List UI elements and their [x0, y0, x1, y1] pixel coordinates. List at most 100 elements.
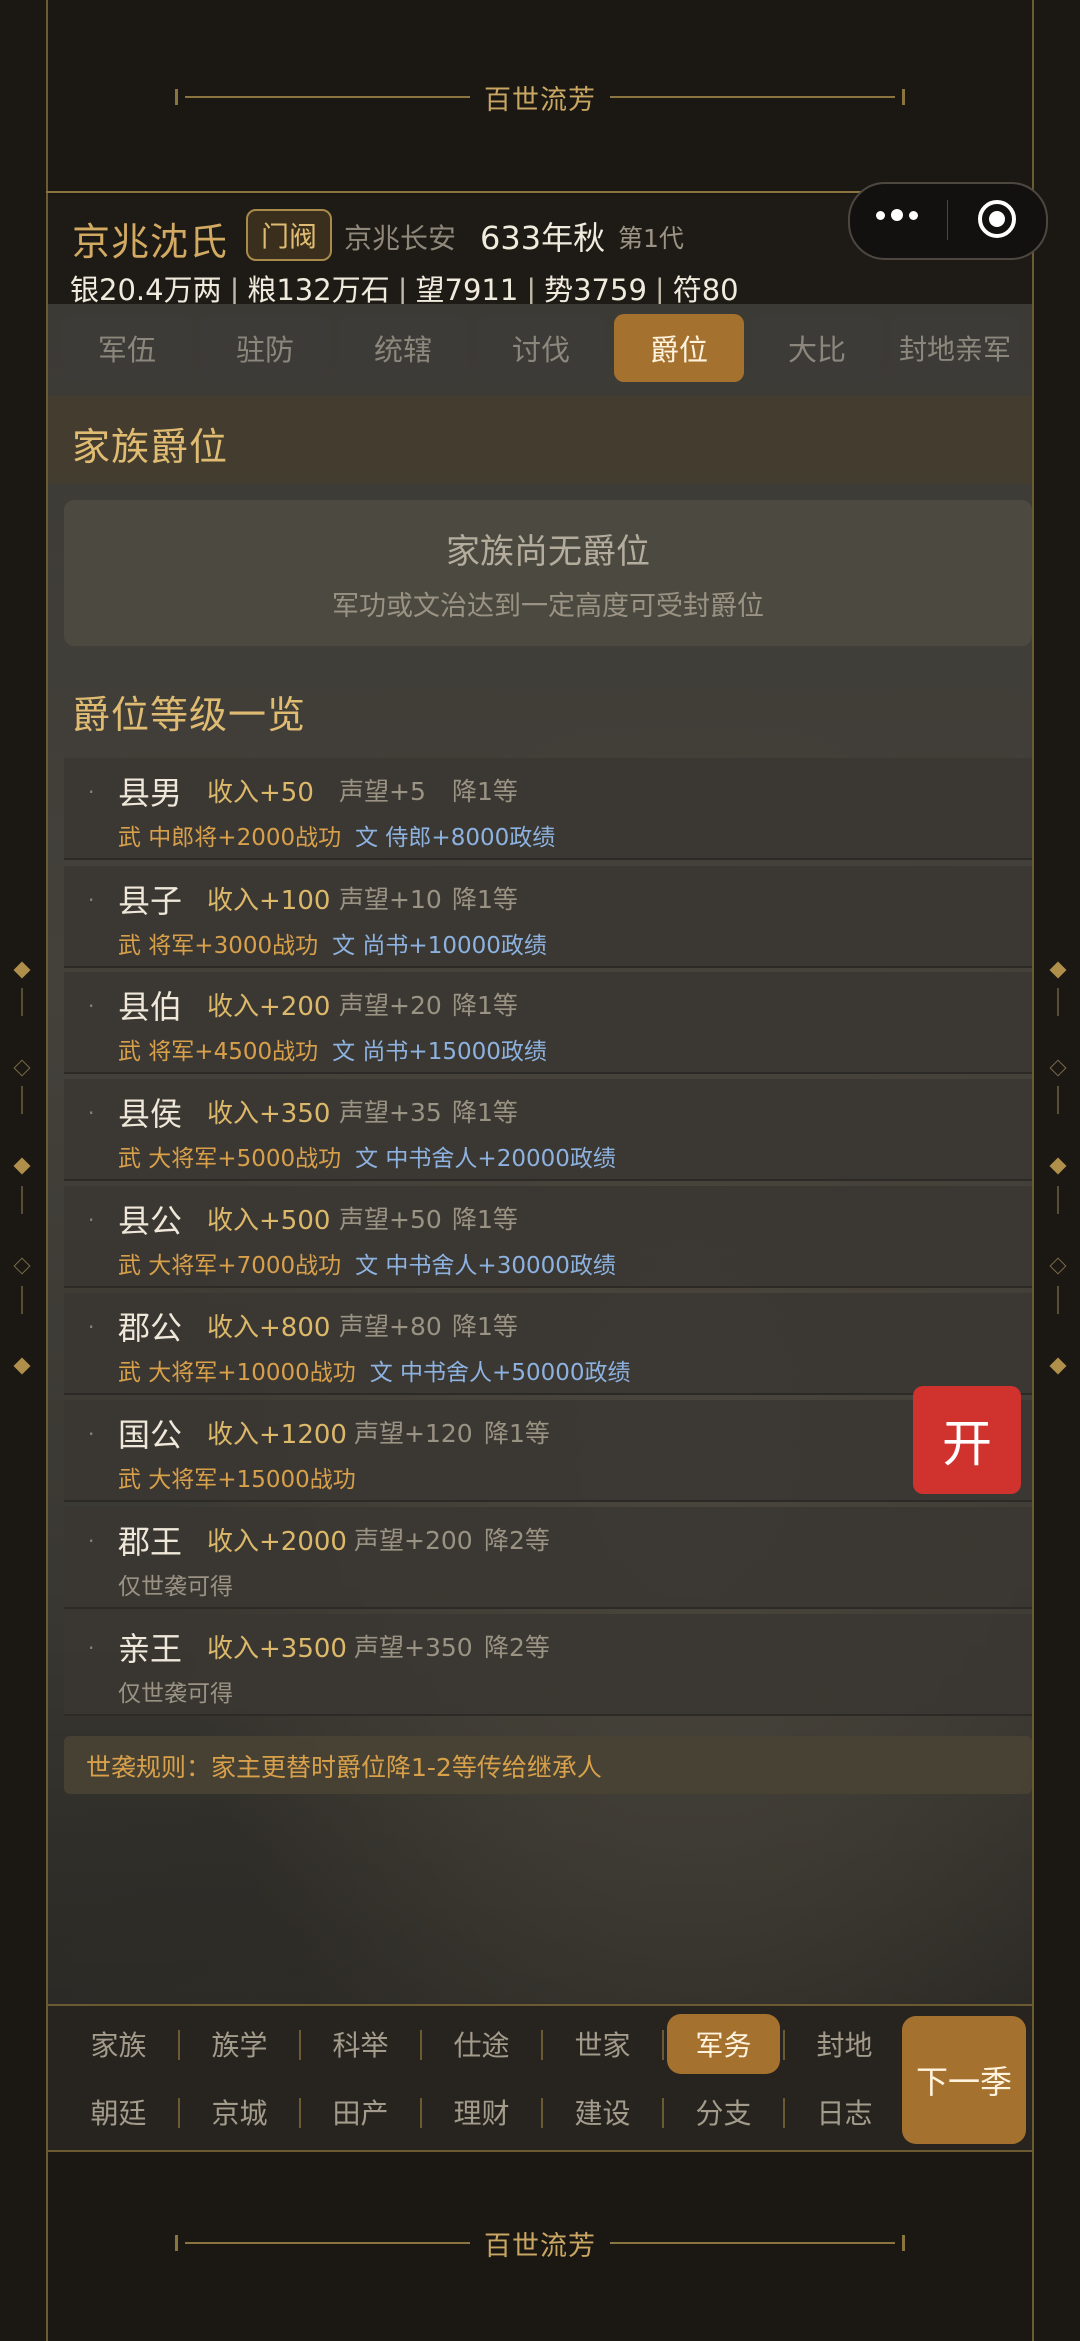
- open-float-button[interactable]: 开: [913, 1386, 1021, 1494]
- rank-civil-requirement: 文 尚书+10000政绩: [332, 933, 547, 959]
- tab-campaign[interactable]: 讨伐: [476, 314, 606, 382]
- clan-name: 京兆沈氏: [72, 220, 229, 264]
- list-item: · 县子 收入+100 声望+10 降1等 武 将军+3000战功文 尚书+10…: [64, 866, 1032, 968]
- list-item: · 县公 收入+500 声望+50 降1等 武 大将军+7000战功文 中书舍人…: [64, 1186, 1032, 1288]
- more-menu-icon[interactable]: [876, 209, 918, 221]
- rank-note: 仅世袭可得: [118, 1681, 233, 1707]
- banner-left-rule: [175, 89, 470, 105]
- list-item: · 县男 收入+50 声望+5 降1等 武 中郎将+2000战功文 侍郎+800…: [64, 758, 1032, 860]
- rank-military-requirement: 武 将军+3000战功: [118, 933, 319, 959]
- nav-imperial-exam[interactable]: 科举: [299, 2014, 417, 2074]
- empty-title-card: 家族尚无爵位 军功或文治达到一定高度可受封爵位: [64, 500, 1032, 646]
- rank-military-requirement: 武 将军+4500战功: [118, 1039, 319, 1065]
- rank-note: 仅世袭可得: [118, 1574, 233, 1600]
- rank-military-requirement: 武 大将军+10000战功: [118, 1360, 356, 1386]
- rank-prestige: 声望+20: [339, 991, 442, 1020]
- rank-prestige: 声望+350: [354, 1633, 473, 1662]
- banner-title: 百世流芳: [484, 84, 596, 116]
- inheritance-rule: 世袭规则：家主更替时爵位降1-2等传给继承人: [64, 1736, 1032, 1794]
- rank-income: 收入+100: [207, 886, 331, 916]
- rank-income: 收入+50: [207, 778, 314, 808]
- rank-military-requirement: 武 大将军+7000战功: [118, 1253, 342, 1279]
- generation-label: 第1代: [618, 224, 684, 253]
- grain-resource: 粮132万石: [247, 273, 390, 307]
- nav-branches[interactable]: 分支: [662, 2082, 780, 2142]
- rank-demotion: 降1等: [452, 777, 518, 806]
- game-date: 633年秋: [480, 219, 606, 257]
- nav-military[interactable]: 军务: [662, 2014, 780, 2074]
- rank-name: 县伯: [118, 988, 183, 1026]
- nav-finance[interactable]: 理财: [420, 2082, 538, 2142]
- rank-demotion: 降1等: [452, 1312, 518, 1341]
- rank-demotion: 降1等: [452, 991, 518, 1020]
- rank-prestige: 声望+35: [339, 1098, 442, 1127]
- next-season-button[interactable]: 下一季: [902, 2016, 1026, 2144]
- rank-prestige: 声望+50: [339, 1205, 442, 1234]
- family-title-heading: 家族爵位: [72, 425, 229, 469]
- rank-name: 郡公: [118, 1309, 183, 1347]
- nav-court[interactable]: 朝廷: [62, 2082, 175, 2142]
- rank-demotion: 降2等: [484, 1526, 550, 1555]
- tab-garrison[interactable]: 驻防: [200, 314, 330, 382]
- clan-rank-badge: 门阀: [246, 209, 332, 261]
- silver-resource: 银20.4万两: [70, 273, 222, 307]
- close-miniprogram-icon[interactable]: [978, 200, 1016, 238]
- nav-family[interactable]: 家族: [62, 2014, 175, 2074]
- reputation-resource: 望7911: [415, 273, 519, 307]
- rank-prestige: 声望+5: [339, 777, 426, 806]
- frame-right-line: [1032, 0, 1034, 2341]
- rank-demotion: 降2等: [484, 1633, 550, 1662]
- rank-civil-requirement: 文 侍郎+8000政绩: [355, 825, 556, 851]
- nav-noble-families[interactable]: 世家: [541, 2014, 659, 2074]
- rank-military-requirement: 武 大将军+15000战功: [118, 1467, 356, 1493]
- tab-nobility[interactable]: 爵位: [614, 314, 744, 382]
- rank-income: 收入+800: [207, 1313, 331, 1343]
- top-banner: 百世流芳: [48, 67, 1032, 127]
- nav-fief[interactable]: 封地: [783, 2014, 901, 2074]
- list-item: · 郡公 收入+800 声望+80 降1等 武 大将军+10000战功文 中书舍…: [64, 1293, 1032, 1395]
- nav-clan-school[interactable]: 族学: [178, 2014, 296, 2074]
- clan-location: 京兆长安: [344, 222, 457, 255]
- rank-name: 县子: [118, 882, 183, 920]
- rank-name: 国公: [118, 1416, 183, 1454]
- rank-civil-requirement: 文 尚书+15000政绩: [332, 1039, 547, 1065]
- list-item: · 亲王 收入+3500 声望+350 降2等 仅世袭可得: [64, 1614, 1032, 1716]
- rank-income: 收入+3500: [207, 1634, 347, 1664]
- rank-income: 收入+200: [207, 992, 331, 1022]
- nav-estates[interactable]: 田产: [299, 2082, 417, 2142]
- tab-tournament[interactable]: 大比: [752, 314, 882, 382]
- rank-demotion: 降1等: [484, 1419, 550, 1448]
- rank-prestige: 声望+120: [354, 1419, 473, 1448]
- tab-command[interactable]: 统辖: [338, 314, 468, 382]
- rank-prestige: 声望+10: [339, 885, 442, 914]
- rank-demotion: 降1等: [452, 1205, 518, 1234]
- rank-name: 亲王: [118, 1630, 183, 1668]
- rank-name: 县男: [118, 774, 183, 812]
- left-side-ornament: [12, 960, 32, 1380]
- rank-income: 收入+350: [207, 1099, 331, 1129]
- inheritance-rule-text: 世袭规则：家主更替时爵位降1-2等传给继承人: [86, 1753, 602, 1782]
- nav-capital[interactable]: 京城: [178, 2082, 296, 2142]
- rank-demotion: 降1等: [452, 1098, 518, 1127]
- military-tabs: 军伍 驻防 统辖 讨伐 爵位 大比 封地亲军: [62, 314, 1020, 382]
- tab-fief-guard[interactable]: 封地亲军: [890, 314, 1020, 382]
- token-resource: 符80: [672, 273, 739, 307]
- rank-prestige: 声望+80: [339, 1312, 442, 1341]
- nav-career[interactable]: 仕途: [420, 2014, 538, 2074]
- banner-right-rule: [610, 2235, 905, 2251]
- rank-name: 县侯: [118, 1095, 183, 1133]
- rank-military-requirement: 武 中郎将+2000战功: [118, 825, 342, 851]
- nav-log[interactable]: 日志: [783, 2082, 901, 2142]
- empty-title-description: 军功或文治达到一定高度可受封爵位: [332, 591, 764, 622]
- right-side-ornament: [1048, 960, 1068, 1380]
- rank-list-heading: 爵位等级一览: [72, 693, 307, 737]
- nav-construction[interactable]: 建设: [541, 2082, 659, 2142]
- banner-left-rule: [175, 2235, 470, 2251]
- banner-title: 百世流芳: [484, 2230, 596, 2262]
- rank-civil-requirement: 文 中书舍人+50000政绩: [369, 1360, 631, 1386]
- rank-income: 收入+2000: [207, 1527, 347, 1557]
- rank-civil-requirement: 文 中书舍人+20000政绩: [355, 1146, 616, 1172]
- tab-army[interactable]: 军伍: [62, 314, 192, 382]
- rank-prestige: 声望+200: [354, 1526, 473, 1555]
- rank-list-header: 爵位等级一览: [48, 664, 1032, 752]
